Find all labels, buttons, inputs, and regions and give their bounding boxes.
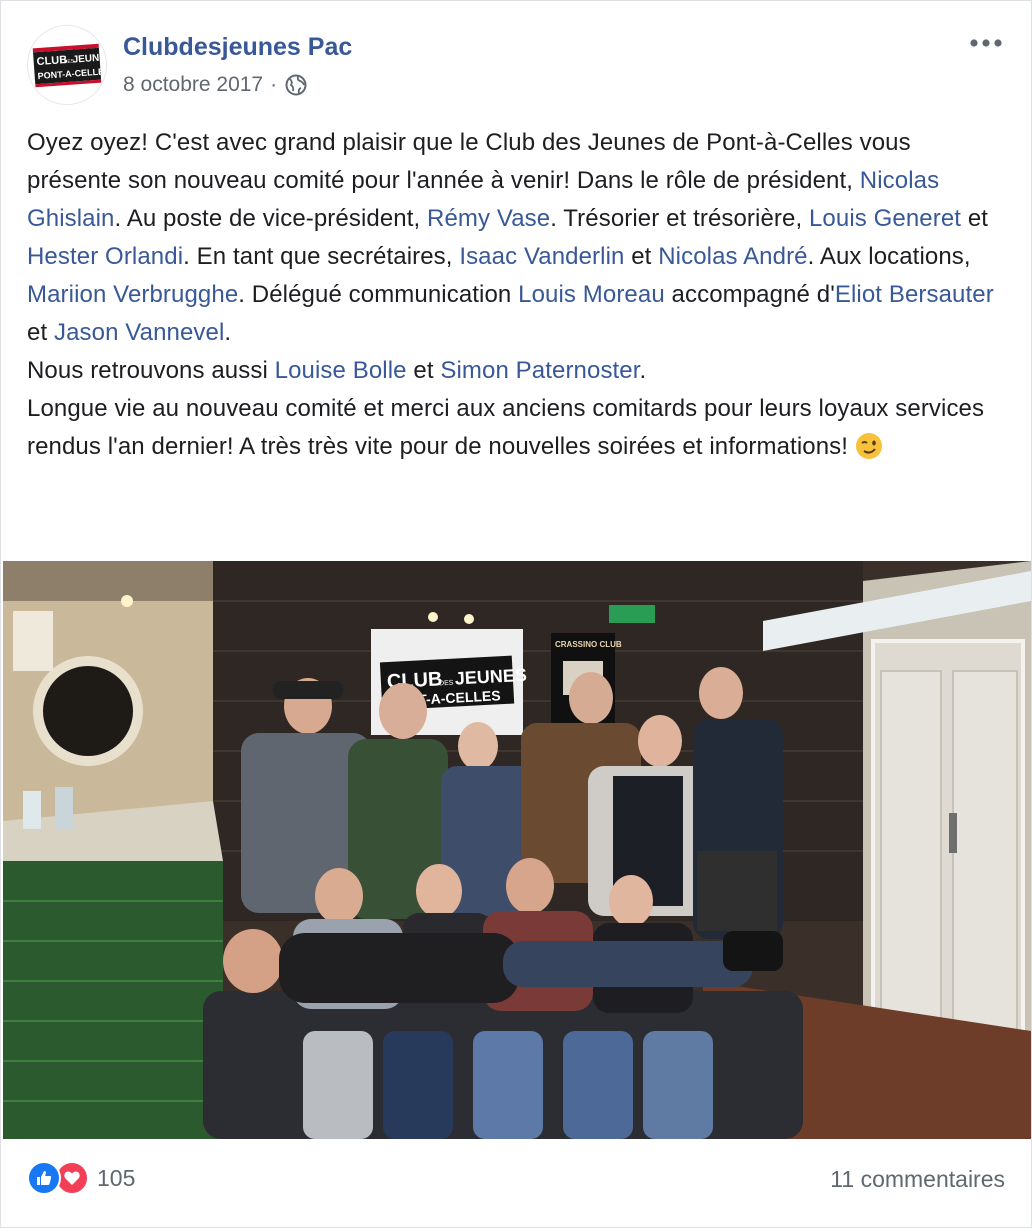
like-icon: [27, 1161, 61, 1195]
message-text: . Trésorier et trésorière,: [550, 205, 809, 232]
page-avatar[interactable]: CLUB DES JEUNES PONT-A-CELLES: [27, 25, 107, 105]
poster-title: CRASSINO CLUB: [555, 640, 622, 649]
message-text: et: [27, 319, 54, 346]
tagged-person-link[interactable]: Rémy Vase: [427, 205, 550, 232]
post-card: CLUB DES JEUNES PONT-A-CELLES Clubdesjeu…: [0, 0, 1032, 1228]
more-options-button[interactable]: [967, 31, 1007, 55]
post-header: CLUB DES JEUNES PONT-A-CELLES Clubdesjeu…: [27, 25, 1007, 105]
meta-separator: ·: [270, 73, 278, 96]
tagged-person-link[interactable]: Nicolas André: [658, 243, 807, 270]
tagged-person-link[interactable]: Simon Paternoster: [440, 357, 639, 384]
tagged-person-link[interactable]: Louis Generet: [809, 205, 961, 232]
tagged-person-link[interactable]: Louise Bolle: [275, 357, 407, 384]
winking-face-icon: [855, 432, 883, 460]
post-message: Oyez oyez! C'est avec grand plaisir que …: [27, 124, 1002, 466]
globe-icon[interactable]: [284, 73, 308, 97]
reactions-summary[interactable]: 105: [27, 1161, 135, 1195]
avatar-logo-jeunes: JEUNES: [72, 52, 106, 66]
message-text: . Délégué communication: [238, 281, 519, 308]
tagged-person-link[interactable]: Mariion Verbrugghe: [27, 281, 238, 308]
message-text: . Aux locations,: [807, 243, 971, 270]
post-photo[interactable]: CLUB DES JEUNES PONT-A-CELLES CRASSINO C…: [3, 561, 1031, 1139]
message-text: et: [961, 205, 989, 232]
message-text: . Au poste de vice-président,: [114, 205, 428, 232]
message-text: .: [639, 357, 647, 384]
post-meta: 8 octobre 2017 ·: [123, 73, 308, 97]
page-name-link[interactable]: Clubdesjeunes Pac: [123, 33, 352, 62]
post-date[interactable]: 8 octobre 2017: [123, 73, 263, 97]
message-text: Oyez oyez! C'est avec grand plaisir que …: [27, 129, 911, 194]
message-text: et: [624, 243, 659, 270]
post-footer: 105 11 commentaires: [1, 1139, 1031, 1227]
message-text: et: [406, 357, 441, 384]
more-options-icon: [970, 39, 1002, 47]
message-text: .: [224, 319, 232, 346]
comments-count-link[interactable]: 11 commentaires: [830, 1166, 1005, 1193]
tagged-person-link[interactable]: Jason Vannevel: [54, 319, 224, 346]
tagged-person-link[interactable]: Isaac Vanderlin: [459, 243, 624, 270]
reaction-count: 105: [97, 1164, 136, 1191]
tagged-person-link[interactable]: Louis Moreau: [518, 281, 665, 308]
message-text: . En tant que secrétaires,: [183, 243, 460, 270]
message-text: Nous retrouvons aussi: [27, 357, 275, 384]
banner-des: DES: [439, 680, 454, 688]
tagged-person-link[interactable]: Hester Orlandi: [27, 243, 183, 270]
banner-jeunes: JEUNES: [454, 665, 527, 689]
message-text: accompagné d': [664, 281, 835, 308]
message-text: Longue vie au nouveau comité et merci au…: [27, 395, 985, 460]
tagged-person-link[interactable]: Eliot Bersauter: [835, 281, 994, 308]
